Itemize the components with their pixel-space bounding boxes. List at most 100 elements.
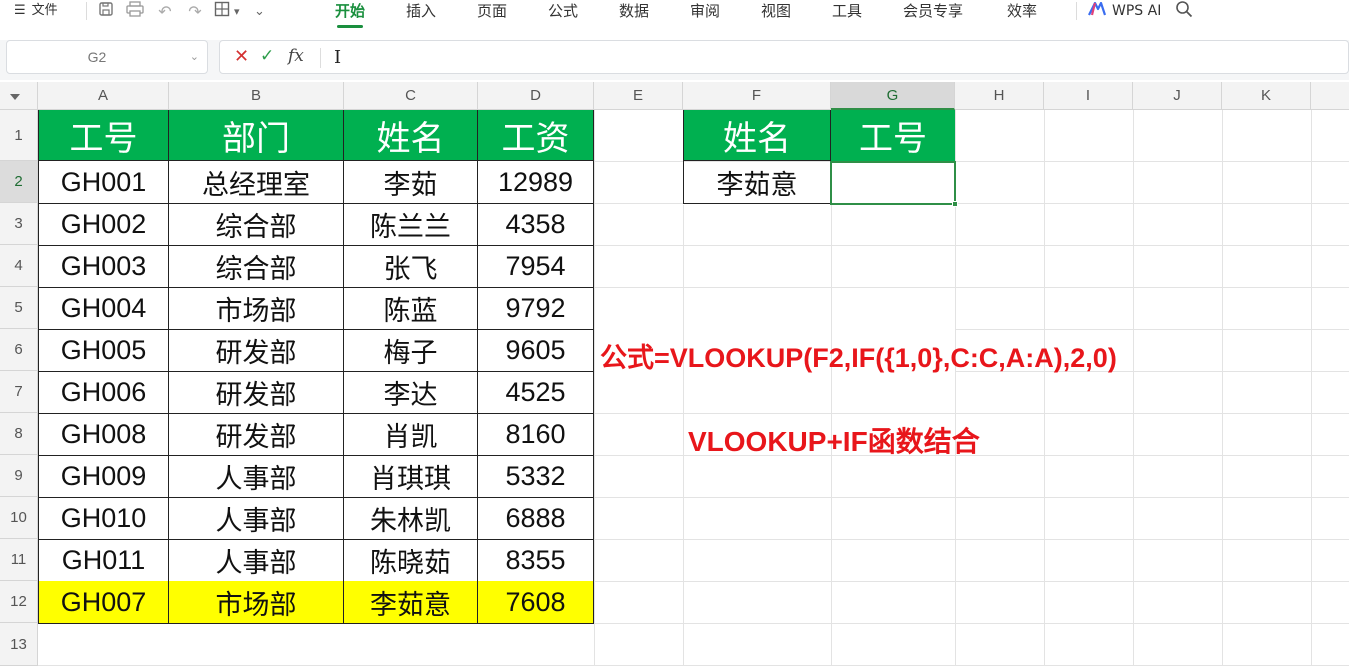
tab-home[interactable]: 开始	[335, 0, 365, 28]
formula-input[interactable]: ✕ ✓ fx I	[219, 40, 1349, 74]
table-cell[interactable]: 4525	[478, 371, 594, 414]
name-box[interactable]: G2 ⌄	[6, 40, 208, 74]
table-cell[interactable]: 9605	[478, 329, 594, 372]
row-header-1[interactable]: 1	[0, 110, 38, 161]
confirm-icon[interactable]: ✓	[260, 46, 274, 66]
row-header-6[interactable]: 6	[0, 329, 38, 371]
wps-ai-button[interactable]: WPS AI	[1088, 0, 1193, 22]
table-cell[interactable]: 梅子	[344, 329, 478, 372]
table-cell[interactable]: 9792	[478, 287, 594, 330]
row-header-3[interactable]: 3	[0, 203, 38, 245]
lookup-header-name[interactable]: 姓名	[683, 110, 831, 161]
column-header-b[interactable]: B	[169, 82, 344, 110]
table-cell[interactable]: 8355	[478, 539, 594, 582]
table-cell[interactable]: 4358	[478, 203, 594, 246]
chevron-down-icon[interactable]: ⌄	[190, 50, 199, 63]
table-cell[interactable]: 研发部	[169, 329, 344, 372]
table-header-cell[interactable]: 工号	[38, 110, 169, 161]
table-header-cell[interactable]: 工资	[478, 110, 594, 161]
cancel-icon[interactable]: ✕	[234, 46, 249, 67]
column-header-g[interactable]: G	[831, 82, 955, 110]
table-cell[interactable]: 人事部	[169, 497, 344, 540]
table-cell[interactable]: 陈晓茹	[344, 539, 478, 582]
tab-data[interactable]: 数据	[619, 0, 649, 22]
column-header-k[interactable]: K	[1222, 82, 1311, 110]
tab-formula[interactable]: 公式	[548, 0, 578, 22]
row-header-8[interactable]: 8	[0, 413, 38, 455]
row-header-12[interactable]: 12	[0, 581, 38, 623]
row-header-7[interactable]: 7	[0, 371, 38, 413]
row-header-11[interactable]: 11	[0, 539, 38, 581]
table-cell[interactable]: GH004	[38, 287, 169, 330]
table-cell[interactable]: GH010	[38, 497, 169, 540]
table-cell[interactable]: 5332	[478, 455, 594, 498]
redo-icon[interactable]: ↷	[180, 2, 210, 21]
table-cell[interactable]: 综合部	[169, 203, 344, 246]
table-cell[interactable]: 7954	[478, 245, 594, 288]
tab-review[interactable]: 审阅	[690, 0, 720, 22]
function-icon[interactable]: fx	[288, 46, 304, 66]
table-cell[interactable]: GH011	[38, 539, 169, 582]
fill-handle[interactable]	[952, 201, 958, 207]
highlighted-table-cell[interactable]: 7608	[478, 581, 594, 624]
table-cell[interactable]: 综合部	[169, 245, 344, 288]
more-chevron-icon[interactable]: ⌄	[254, 4, 276, 19]
row-header-13[interactable]: 13	[0, 623, 38, 666]
row-header-4[interactable]: 4	[0, 245, 38, 287]
table-cell[interactable]: GH009	[38, 455, 169, 498]
column-header-j[interactable]: J	[1133, 82, 1222, 110]
tab-efficiency[interactable]: 效率	[1007, 0, 1037, 22]
column-header-f[interactable]: F	[683, 82, 831, 110]
table-cell[interactable]: GH001	[38, 161, 169, 204]
tab-insert[interactable]: 插入	[406, 0, 436, 22]
column-header-i[interactable]: I	[1044, 82, 1133, 110]
table-cell[interactable]: 陈蓝	[344, 287, 478, 330]
tab-tools[interactable]: 工具	[832, 0, 862, 22]
highlighted-table-cell[interactable]: GH007	[38, 581, 169, 624]
row-header-2[interactable]: 2	[0, 161, 38, 203]
table-cell[interactable]: GH005	[38, 329, 169, 372]
table-cell[interactable]: 人事部	[169, 455, 344, 498]
table-cell[interactable]: 6888	[478, 497, 594, 540]
highlighted-table-cell[interactable]: 李茹意	[344, 581, 478, 624]
table-cell[interactable]: 人事部	[169, 539, 344, 582]
row-header-5[interactable]: 5	[0, 287, 38, 329]
tab-page[interactable]: 页面	[477, 0, 507, 22]
table-cell[interactable]: 陈兰兰	[344, 203, 478, 246]
table-cell[interactable]: 市场部	[169, 287, 344, 330]
table-header-cell[interactable]: 部门	[169, 110, 344, 161]
tab-view[interactable]: 视图	[761, 0, 791, 22]
table-cell[interactable]: 朱林凯	[344, 497, 478, 540]
column-header-e[interactable]: E	[594, 82, 683, 110]
table-cell[interactable]: GH003	[38, 245, 169, 288]
border-icon[interactable]	[210, 1, 234, 21]
table-cell[interactable]: 肖琪琪	[344, 455, 478, 498]
file-menu[interactable]: ☰ 文件	[14, 0, 58, 22]
save-icon[interactable]	[98, 1, 120, 21]
row-header-9[interactable]: 9	[0, 455, 38, 497]
table-cell[interactable]: GH008	[38, 413, 169, 456]
undo-icon[interactable]: ↶	[150, 2, 180, 21]
select-all-corner[interactable]	[0, 82, 38, 110]
table-cell[interactable]: 12989	[478, 161, 594, 204]
table-cell[interactable]: 李茹	[344, 161, 478, 204]
lookup-header-id[interactable]: 工号	[831, 110, 955, 161]
table-cell[interactable]: 李达	[344, 371, 478, 414]
lookup-name-cell[interactable]: 李茹意	[683, 161, 831, 204]
table-cell[interactable]: 研发部	[169, 413, 344, 456]
row-header-10[interactable]: 10	[0, 497, 38, 539]
print-icon[interactable]	[120, 1, 150, 21]
search-icon[interactable]	[1175, 0, 1193, 22]
chevron-down-icon[interactable]: ▾	[234, 5, 254, 18]
table-cell[interactable]: 8160	[478, 413, 594, 456]
column-header-c[interactable]: C	[344, 82, 478, 110]
highlighted-table-cell[interactable]: 市场部	[169, 581, 344, 624]
column-header-d[interactable]: D	[478, 82, 594, 110]
table-cell[interactable]: 总经理室	[169, 161, 344, 204]
column-header-a[interactable]: A	[38, 82, 169, 110]
table-cell[interactable]: 张飞	[344, 245, 478, 288]
table-header-cell[interactable]: 姓名	[344, 110, 478, 161]
tab-member[interactable]: 会员专享	[903, 0, 963, 22]
table-cell[interactable]: GH002	[38, 203, 169, 246]
table-cell[interactable]: 肖凯	[344, 413, 478, 456]
